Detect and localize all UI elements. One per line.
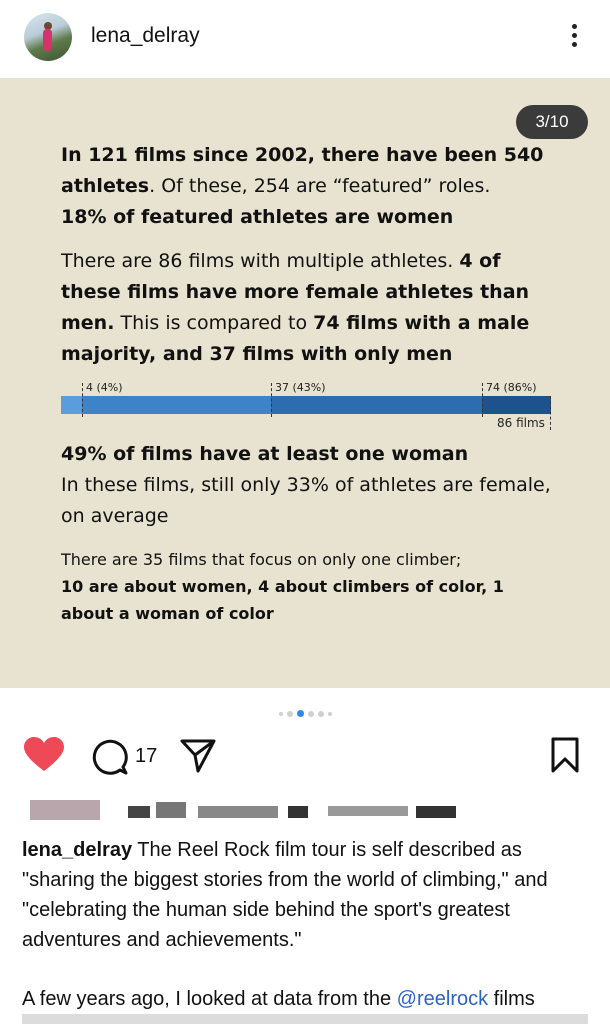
post-header: lena_delray bbox=[0, 0, 610, 78]
carousel-dot bbox=[317, 710, 324, 717]
stat-text: 18% of featured athletes are women bbox=[61, 206, 454, 228]
carousel-dot bbox=[307, 710, 314, 717]
bar-segment bbox=[82, 396, 271, 414]
post-caption-continued: A few years ago, I looked at data from t… bbox=[22, 984, 602, 1014]
post-image[interactable]: 3/10 In 121 films since 2002, there have… bbox=[0, 78, 610, 688]
heart-icon[interactable] bbox=[24, 737, 64, 773]
stat-paragraph-2: There are 86 films with multiple athlete… bbox=[61, 246, 561, 370]
stat-paragraph-3: 49% of films have at least one woman In … bbox=[61, 439, 561, 532]
carousel-dot-active bbox=[296, 710, 304, 718]
stat-text: There are 35 films that focus on only on… bbox=[61, 550, 462, 569]
share-icon[interactable] bbox=[180, 739, 216, 773]
carousel-dot bbox=[327, 711, 332, 716]
stat-text: 49% of films have at least one woman bbox=[61, 443, 469, 465]
stat-paragraph-1: In 121 films since 2002, there have been… bbox=[61, 140, 561, 233]
avatar[interactable] bbox=[24, 13, 72, 61]
username[interactable]: lena_delray bbox=[91, 24, 200, 48]
stat-text: 10 are about women, 4 about climbers of … bbox=[61, 577, 504, 623]
bar-label: 37 (43%) bbox=[275, 381, 326, 394]
bar-segment bbox=[482, 396, 551, 414]
stat-text: There are 86 films with multiple athlete… bbox=[61, 250, 460, 272]
bar-marker bbox=[82, 383, 83, 417]
bar-label: 74 (86%) bbox=[486, 381, 537, 394]
comment-count[interactable]: 17 bbox=[135, 745, 157, 768]
stat-text: In these films, still only 33% of athlet… bbox=[61, 474, 551, 527]
stat-paragraph-4: There are 35 films that focus on only on… bbox=[61, 546, 561, 627]
carousel-indicator bbox=[0, 705, 610, 719]
action-bar bbox=[0, 735, 610, 783]
bar-total-label: 86 films bbox=[497, 416, 545, 430]
bar-label: 4 (4%) bbox=[86, 381, 123, 394]
cutoff-text bbox=[22, 1014, 588, 1024]
caption-username[interactable]: lena_delray bbox=[22, 839, 132, 861]
slide-counter: 3/10 bbox=[516, 105, 588, 139]
stat-text: . Of these, 254 are “featured” roles. bbox=[149, 175, 491, 197]
liked-by-blurred bbox=[30, 798, 460, 820]
bar-segment bbox=[61, 396, 82, 414]
carousel-dot bbox=[286, 710, 293, 717]
bar-segment bbox=[271, 396, 482, 414]
film-ratio-bar bbox=[61, 396, 551, 414]
caption-text: films bbox=[488, 988, 535, 1010]
comment-icon[interactable] bbox=[90, 737, 128, 775]
carousel-dot bbox=[278, 711, 283, 716]
avatar-figure bbox=[43, 29, 52, 51]
mention-link[interactable]: @reelrock bbox=[397, 988, 488, 1010]
bar-marker bbox=[550, 396, 551, 430]
stat-text: This is compared to bbox=[114, 312, 314, 334]
post-caption: lena_delray The Reel Rock film tour is s… bbox=[22, 835, 594, 955]
bookmark-icon[interactable] bbox=[551, 737, 579, 773]
caption-text: A few years ago, I looked at data from t… bbox=[22, 988, 397, 1010]
more-options-icon[interactable] bbox=[564, 20, 584, 54]
bar-marker bbox=[482, 383, 483, 417]
bar-marker bbox=[271, 383, 272, 417]
